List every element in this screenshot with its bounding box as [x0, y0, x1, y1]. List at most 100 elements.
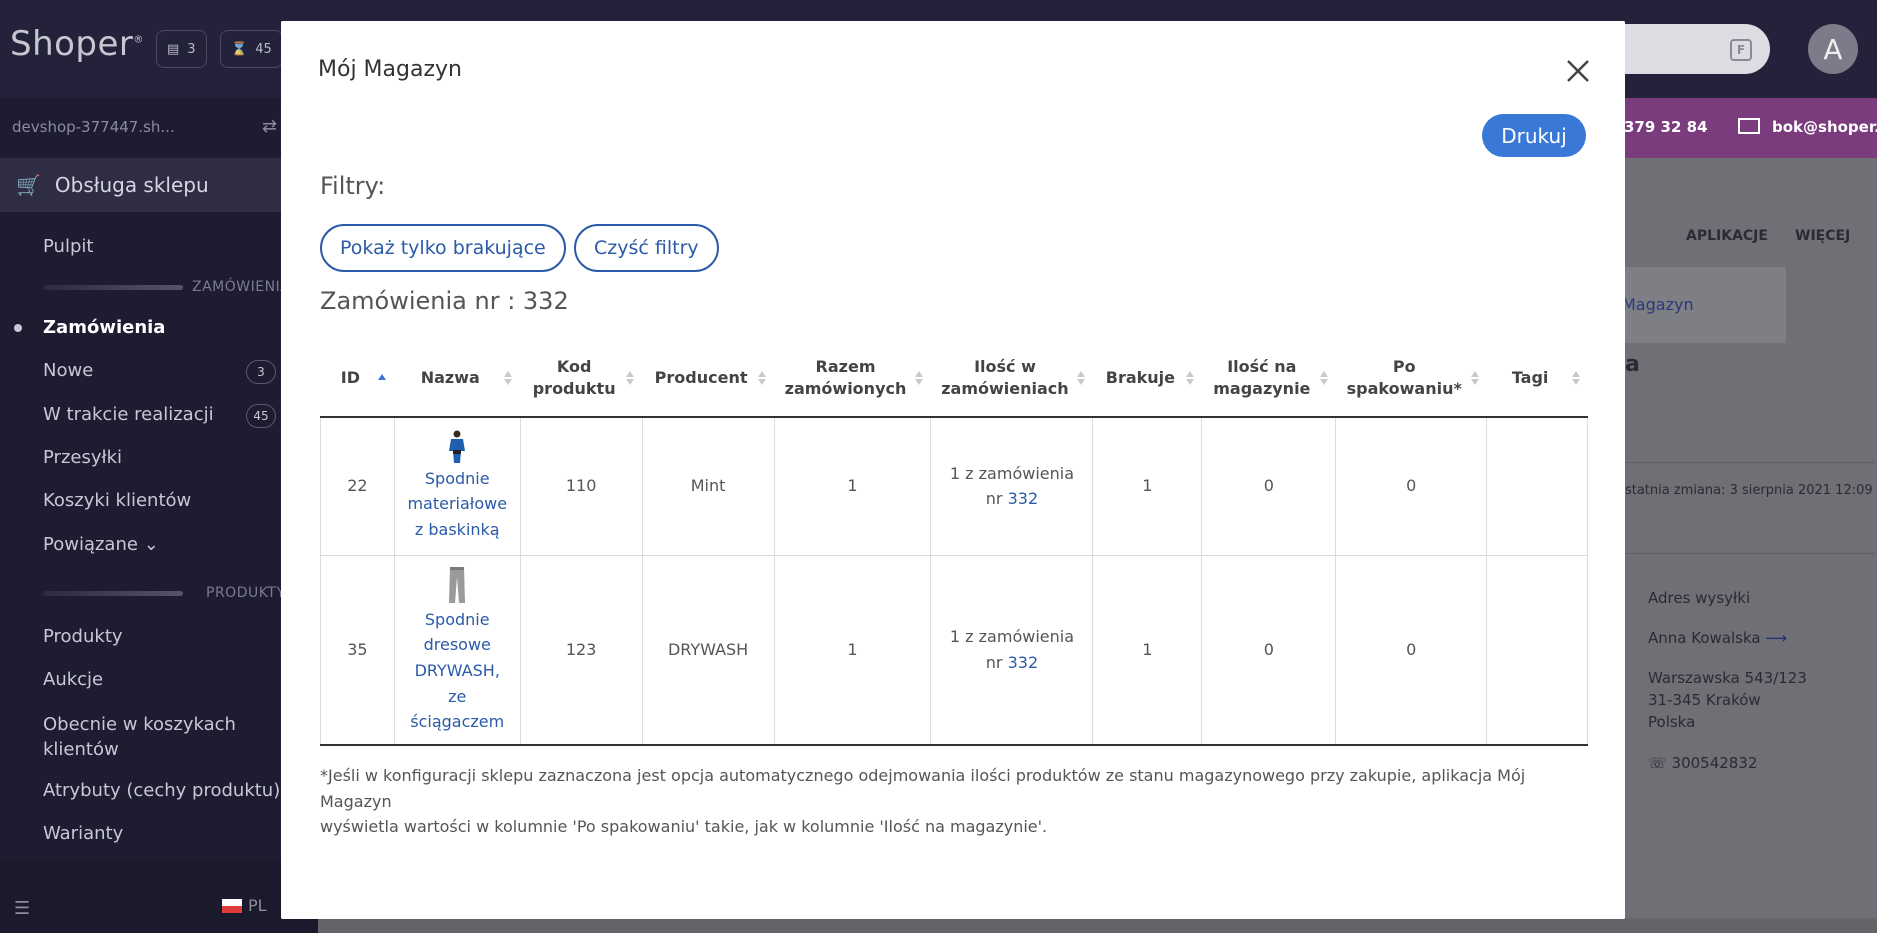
contact-bar: 379 32 84 bok@shoper.p: [1620, 98, 1877, 158]
contact-email[interactable]: bok@shoper.p: [1772, 118, 1877, 136]
modal-title: Mój Magazyn: [318, 57, 462, 82]
sidebar-divider: [43, 591, 183, 596]
sort-asc-icon[interactable]: [378, 373, 387, 382]
sort-icon[interactable]: [504, 370, 513, 385]
in-progress-count-badge: 45: [246, 404, 276, 428]
order-link[interactable]: 332: [1008, 653, 1039, 672]
product-thumbnail[interactable]: [446, 430, 468, 464]
document-icon: ▤: [167, 41, 180, 57]
address-city: 31-345 Kraków: [1648, 691, 1761, 709]
sort-icon[interactable]: [758, 370, 767, 385]
cell-in-orders: 1 z zamówienia nr 332: [930, 416, 1094, 556]
contact-phone[interactable]: 379 32 84: [1624, 118, 1708, 136]
cell-producer: DRYWASH: [641, 554, 775, 746]
address-street: Warszawska 543/123: [1648, 669, 1807, 687]
column-header-after-packing[interactable]: Po spakowaniu*: [1335, 339, 1487, 418]
sidebar-item-attributes[interactable]: Atrybuty (cechy produktu): [43, 780, 280, 801]
user-avatar[interactable]: A: [1808, 24, 1858, 74]
cell-total: 1: [773, 554, 932, 746]
customer-phone[interactable]: ☏ 300542832: [1648, 754, 1757, 772]
column-header-stock[interactable]: Ilość na magazynie: [1201, 339, 1336, 418]
search-shortcut-icon: F: [1730, 39, 1752, 61]
sort-icon[interactable]: [626, 370, 635, 385]
sidebar-section-shop-service[interactable]: 🛒 Obsługa sklepu: [0, 158, 318, 212]
dropdown-item-magazyn[interactable]: Magazyn: [1622, 295, 1694, 314]
close-icon[interactable]: [1564, 57, 1592, 85]
sort-icon[interactable]: [914, 370, 923, 385]
cell-code: 110: [519, 416, 643, 556]
order-link[interactable]: 332: [1008, 489, 1039, 508]
sidebar-item-in-carts[interactable]: Obecnie w koszykach klientów: [43, 712, 236, 762]
cell-id: 35: [320, 554, 395, 746]
cell-code: 123: [519, 554, 643, 746]
sort-icon[interactable]: [1185, 370, 1194, 385]
mail-icon: [1738, 118, 1760, 134]
last-change-text: ostatnia zmiana: 3 sierpnia 2021 12:09: [1617, 483, 1873, 498]
column-header-id[interactable]: ID: [320, 339, 395, 418]
product-thumbnail[interactable]: [446, 565, 468, 605]
shop-domain[interactable]: devshop-377447.sh...: [12, 118, 175, 136]
hourglass-icon: ⌛: [231, 41, 248, 57]
sidebar-item-orders[interactable]: Zamówienia: [43, 317, 165, 338]
cart-icon: 🛒: [16, 173, 41, 197]
sidebar-item-in-progress[interactable]: W trakcie realizacji: [43, 404, 214, 425]
in-progress-badge[interactable]: ⌛ 45: [220, 30, 283, 68]
sidebar-item-dashboard[interactable]: Pulpit: [43, 236, 93, 257]
modal-body: Drukuj Filtry: Pokaż tylko brakujące Czy…: [281, 95, 1625, 919]
sidebar-item-products[interactable]: Produkty: [43, 626, 123, 647]
language-select[interactable]: PL: [222, 896, 267, 915]
sidebar-item-shipments[interactable]: Przesyłki: [43, 447, 122, 468]
sidebar-item-new[interactable]: Nowe: [43, 360, 93, 381]
page-heading-fragment: a: [1625, 352, 1640, 377]
print-button[interactable]: Drukuj: [1482, 114, 1586, 157]
column-header-name[interactable]: Nazwa: [394, 339, 521, 418]
sidebar-item-related[interactable]: Powiązane ⌄: [43, 534, 159, 555]
cell-missing: 1: [1092, 416, 1203, 556]
order-number-title: Zamówienia nr : 332: [320, 287, 569, 315]
column-header-total-ordered[interactable]: Razem zamówionych: [774, 339, 931, 418]
global-search-input[interactable]: F: [1600, 24, 1770, 74]
table-row: 22 Spodnie materiałowe z baskinką 110 Mint…: [320, 416, 1588, 556]
filters-label: Filtry:: [320, 172, 386, 200]
product-link[interactable]: Spodnie materiałowe z baskinką: [407, 469, 507, 539]
active-dot-icon: [14, 324, 22, 332]
show-missing-only-button[interactable]: Pokaż tylko brakujące: [320, 224, 566, 272]
cell-tags: [1486, 554, 1588, 746]
footnote: *Jeśli w konfiguracji sklepu zaznaczona …: [320, 766, 1526, 837]
shoper-logo[interactable]: Shoper®: [10, 24, 144, 64]
collapse-sidebar-icon[interactable]: ⇄: [262, 116, 277, 137]
sidebar-item-carts[interactable]: Koszyki klientów: [43, 490, 191, 511]
apps-dropdown: Magazyn: [1622, 267, 1786, 343]
sidebar: devshop-377447.sh... ⇄ 🛒 Obsługa sklepu …: [0, 98, 318, 933]
column-header-tags[interactable]: Tagi: [1486, 339, 1588, 418]
sort-icon[interactable]: [1076, 370, 1085, 385]
cell-name: Spodnie materiałowe z baskinką: [393, 416, 521, 556]
sort-icon[interactable]: [1571, 370, 1580, 385]
column-header-missing[interactable]: Brakuje: [1092, 339, 1202, 418]
column-header-product-code[interactable]: Kod produktu: [520, 339, 643, 418]
product-link[interactable]: Spodnie dresowe DRYWASH, ze ściągaczem: [410, 610, 504, 731]
divider: [1625, 553, 1875, 554]
pending-documents-badge[interactable]: ▤ 3: [156, 30, 207, 68]
shipping-address-label: Adres wysyłki: [1648, 589, 1751, 607]
warehouse-table: ID Nazwa Kod produktu Producent Razem za…: [320, 339, 1588, 746]
cell-missing: 1: [1092, 554, 1203, 746]
layers-icon[interactable]: ☰: [14, 898, 30, 919]
nav-apps[interactable]: APLIKACJE: [1686, 228, 1768, 244]
customer-name[interactable]: Anna Kowalska ⟶: [1648, 629, 1787, 647]
nav-more[interactable]: WIĘCEJ: [1795, 228, 1850, 244]
cell-name: Spodnie dresowe DRYWASH, ze ściągaczem: [393, 554, 521, 746]
column-header-qty-in-orders[interactable]: Ilość w zamówieniach: [930, 339, 1093, 418]
cell-tags: [1486, 416, 1588, 556]
cell-id: 22: [320, 416, 395, 556]
clear-filters-button[interactable]: Czyść filtry: [574, 224, 719, 272]
cell-after-packing: 0: [1335, 416, 1488, 556]
sort-icon[interactable]: [1470, 370, 1479, 385]
cell-stock: 0: [1201, 416, 1337, 556]
sort-icon[interactable]: [1319, 370, 1328, 385]
cell-stock: 0: [1201, 554, 1337, 746]
sidebar-item-variants[interactable]: Warianty: [43, 823, 123, 844]
column-header-producer[interactable]: Producent: [642, 339, 775, 418]
sidebar-item-auctions[interactable]: Aukcje: [43, 669, 103, 690]
sidebar-divider: [43, 285, 183, 290]
